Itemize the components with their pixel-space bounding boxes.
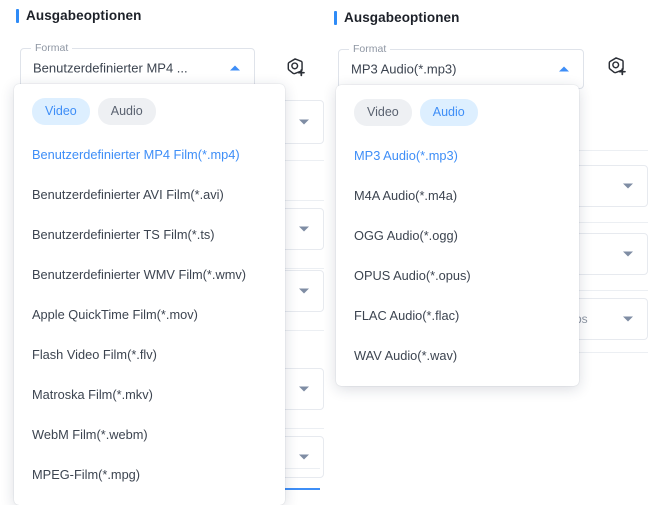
list-item[interactable]: Matroska Film(*.mkv) bbox=[14, 375, 285, 415]
add-custom-profile-icon[interactable] bbox=[285, 56, 307, 78]
tab-audio[interactable]: Audio bbox=[419, 99, 478, 126]
tab-audio[interactable]: Audio bbox=[97, 98, 156, 125]
list-item[interactable]: Benutzerdefinierter MP4 Film(*.mp4) bbox=[14, 135, 285, 175]
list-item[interactable]: Apple QuickTime Film(*.mov) bbox=[14, 295, 285, 335]
dropdown-tabs: Video Audio bbox=[14, 84, 285, 131]
format-select-audio[interactable]: Format MP3 Audio(*.mp3) bbox=[338, 43, 584, 89]
section-title-text: Ausgabeoptionen bbox=[26, 8, 142, 23]
caret-down-icon bbox=[299, 386, 309, 392]
section-heading-output-options: Ausgabeoptionen bbox=[16, 8, 142, 23]
dropdown-tabs: Video Audio bbox=[336, 85, 579, 132]
caret-down-icon bbox=[623, 183, 633, 189]
caret-down-icon bbox=[299, 288, 309, 294]
caret-down-icon bbox=[299, 119, 309, 125]
format-dropdown-audio[interactable]: Video Audio MP3 Audio(*.mp3) M4A Audio(*… bbox=[336, 85, 579, 386]
output-options-panel-video: Ausgabeoptionen Format Benutzerdefiniert… bbox=[0, 0, 324, 505]
list-item[interactable]: WAV Audio(*.wav) bbox=[336, 336, 579, 376]
format-selected-value: MP3 Audio(*.mp3) bbox=[351, 61, 457, 77]
format-label: Format bbox=[349, 43, 391, 55]
tab-video[interactable]: Video bbox=[354, 99, 412, 126]
list-item[interactable]: OGG Audio(*.ogg) bbox=[336, 216, 579, 256]
section-heading-output-options: Ausgabeoptionen bbox=[334, 10, 460, 25]
section-title-text: Ausgabeoptionen bbox=[344, 10, 460, 25]
list-item[interactable]: MP3 Audio(*.mp3) bbox=[336, 136, 579, 176]
caret-down-icon bbox=[299, 226, 309, 232]
tab-video[interactable]: Video bbox=[32, 98, 90, 125]
caret-down-icon bbox=[623, 316, 633, 322]
format-select-video[interactable]: Format Benutzerdefinierter MP4 ... bbox=[20, 42, 255, 88]
list-item[interactable]: Benutzerdefinierter AVI Film(*.avi) bbox=[14, 175, 285, 215]
list-item[interactable]: FLAC Audio(*.flac) bbox=[336, 296, 579, 336]
caret-down-icon bbox=[623, 251, 633, 257]
list-item[interactable]: Benutzerdefinierter WMV Film(*.wmv) bbox=[14, 255, 285, 295]
caret-up-icon[interactable] bbox=[230, 65, 240, 71]
caret-up-icon[interactable] bbox=[559, 66, 569, 72]
format-dropdown-video[interactable]: Video Audio Benutzerdefinierter MP4 Film… bbox=[14, 84, 285, 505]
accent-bar-icon bbox=[334, 10, 337, 25]
format-selected-value: Benutzerdefinierter MP4 ... bbox=[33, 60, 188, 76]
format-label: Format bbox=[31, 42, 73, 54]
list-item[interactable]: Benutzerdefinierter TS Film(*.ts) bbox=[14, 215, 285, 255]
add-custom-profile-icon[interactable] bbox=[606, 55, 628, 77]
list-item[interactable]: MPEG-Film(*.mpg) bbox=[14, 455, 285, 495]
list-item[interactable]: Flash Video Film(*.flv) bbox=[14, 335, 285, 375]
list-item[interactable]: OPUS Audio(*.opus) bbox=[336, 256, 579, 296]
list-item[interactable]: WebM Film(*.webm) bbox=[14, 415, 285, 455]
format-option-list: Benutzerdefinierter MP4 Film(*.mp4) Benu… bbox=[14, 131, 285, 505]
output-options-panel-audio: ps Ausgabeoptionen Format MP3 Audio(*.mp… bbox=[324, 0, 648, 505]
format-option-list: MP3 Audio(*.mp3) M4A Audio(*.m4a) OGG Au… bbox=[336, 132, 579, 386]
list-item[interactable]: M4A Audio(*.m4a) bbox=[336, 176, 579, 216]
caret-down-icon bbox=[299, 454, 309, 460]
accent-bar-icon bbox=[16, 8, 19, 23]
